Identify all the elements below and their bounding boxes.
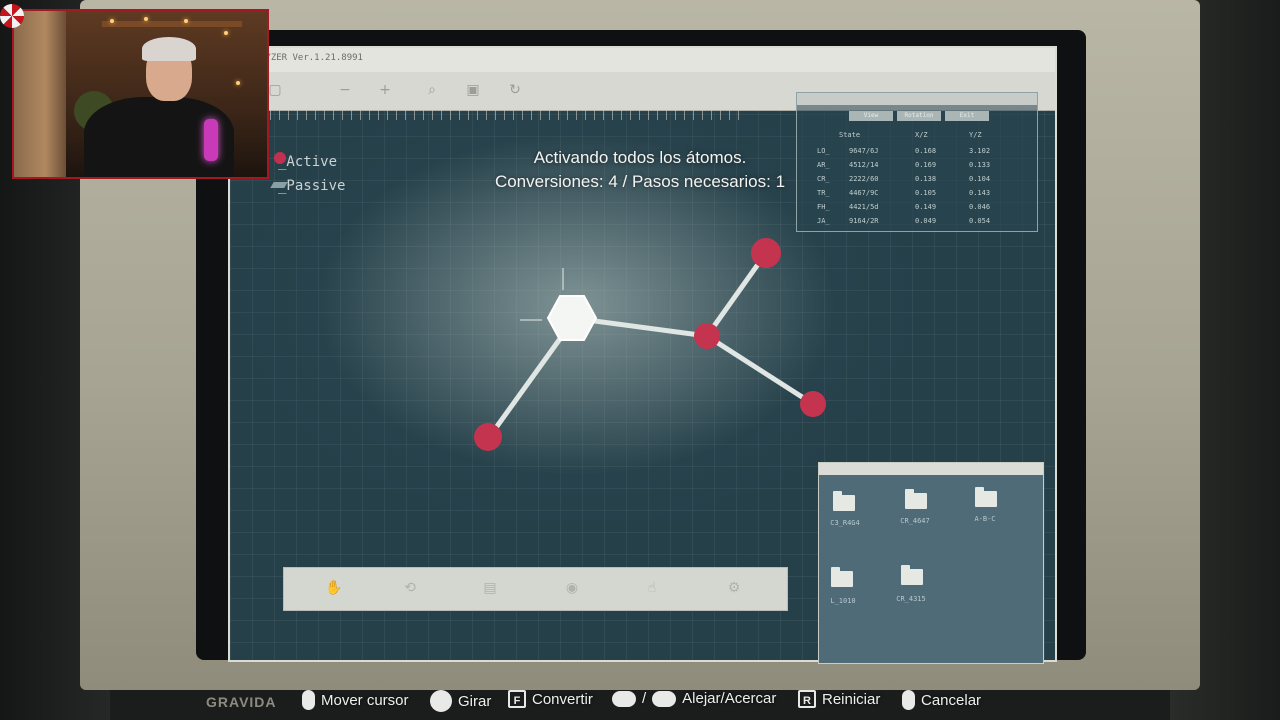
hint-move-cursor: Mover cursor — [302, 690, 409, 710]
hint-label: Mover cursor — [321, 691, 409, 709]
folder-label: C3_R4G4 — [830, 519, 860, 527]
save-icon[interactable]: ▤ — [480, 580, 500, 598]
hint-label: Alejar/Acercar — [682, 690, 777, 707]
panel-cell: 0.138 — [915, 175, 937, 183]
panel-cell: 0.054 — [969, 217, 991, 225]
bond — [704, 251, 769, 338]
hint-zoom: / Alejar/Acercar — [612, 690, 776, 707]
hint-cancel: Cancelar — [902, 690, 981, 710]
atom-active[interactable] — [751, 238, 781, 268]
fairy-light — [110, 19, 114, 23]
key-f-icon: F — [508, 690, 526, 708]
hint-label: Reiniciar — [822, 690, 881, 708]
panel-cell: 9647/6J — [849, 147, 879, 155]
umbrella-logo-icon — [0, 4, 24, 28]
panel-cell: 0.143 — [969, 189, 991, 197]
panel-titlebar — [797, 93, 1037, 105]
panel-tab[interactable]: Rotation — [897, 111, 941, 121]
hint-rotate: Girar — [430, 690, 491, 712]
eye-icon[interactable]: ◉ — [562, 580, 582, 598]
fairy-light — [184, 19, 188, 23]
folder-label: CR_4315 — [896, 595, 926, 603]
hint-label: Convertir — [532, 690, 593, 708]
streamer-cap — [142, 37, 196, 61]
panel-cell: AR_ — [817, 161, 830, 169]
hint-convert: F Convertir — [508, 690, 593, 708]
panel-cell: 0.046 — [969, 203, 991, 211]
folder-label: CR_4647 — [900, 517, 930, 525]
webcam-curtain — [14, 11, 66, 177]
panel-cell: 3.102 — [969, 147, 991, 155]
panel-cell: LO_ — [817, 147, 830, 155]
key-r-icon: R — [798, 690, 816, 708]
rotate-icon[interactable]: ⟲ — [400, 580, 420, 598]
pointer-icon[interactable]: ☝ — [642, 580, 662, 598]
panel-header: State — [839, 131, 861, 139]
bond — [705, 333, 815, 407]
atom-active[interactable] — [474, 423, 502, 451]
panel-cell: 9164/2R — [849, 217, 879, 225]
folder-icon[interactable] — [901, 565, 923, 585]
atom-active[interactable] — [800, 391, 826, 417]
folder-panel: C3_R4G4 CR_4647 A-B-C L_1010 CR_4315 — [818, 462, 1044, 664]
panel-cell: CR_ — [817, 175, 830, 183]
panel-cell: 0.049 — [915, 217, 937, 225]
folder-icon[interactable] — [831, 567, 853, 587]
panel-cell: 0.105 — [915, 189, 937, 197]
folder-label: A-B-C — [974, 515, 996, 523]
mouse-right-icon — [902, 690, 915, 710]
folder-icon[interactable] — [975, 487, 997, 507]
hint-reset: R Reiniciar — [798, 690, 880, 708]
tool-strip: ✋ ⟲ ▤ ◉ ☝ ⚙ — [283, 567, 788, 611]
settings-icon[interactable]: ⚙ — [724, 580, 744, 598]
webcam-shelf — [102, 21, 242, 27]
panel-cell: 0.104 — [969, 175, 991, 183]
panel-header: X/Z — [915, 131, 928, 139]
folder-label: L_1010 — [830, 597, 856, 605]
streamer-webcam — [12, 9, 269, 179]
panel-cell: 0.168 — [915, 147, 937, 155]
panel-cell: 2222/60 — [849, 175, 879, 183]
hint-label: / — [642, 690, 647, 707]
panel-cell: JA_ — [817, 217, 830, 225]
mouse-icon — [302, 690, 315, 710]
panel-tab[interactable]: View — [849, 111, 893, 121]
atom-active[interactable] — [694, 323, 720, 349]
panel-cell: TR_ — [817, 189, 830, 197]
hint-label: Girar — [458, 692, 492, 710]
control-hints-bar: Mover cursor Girar F Convertir / Alejar/… — [0, 686, 1280, 716]
hint-label: Cancelar — [921, 691, 982, 709]
wheel-icon — [652, 690, 677, 707]
fairy-light — [144, 17, 148, 21]
hand-icon[interactable]: ✋ — [324, 580, 344, 598]
panel-cell: 4467/9C — [849, 189, 879, 197]
panel-cell: 4512/14 — [849, 161, 879, 169]
folder-icon[interactable] — [905, 489, 927, 509]
folder-panel-titlebar — [819, 463, 1043, 475]
fairy-light — [236, 81, 240, 85]
wheel-icon — [612, 690, 636, 707]
move-stick-icon — [430, 690, 452, 712]
panel-cell: 0.133 — [969, 161, 991, 169]
panel-tab[interactable]: Exit — [945, 111, 989, 121]
microphone — [204, 119, 218, 161]
panel-header: Y/Z — [969, 131, 982, 139]
panel-cell: 4421/5d — [849, 203, 879, 211]
panel-cell: 0.149 — [915, 203, 937, 211]
state-data-panel: View Rotation Exit State X/Z Y/Z LO_ 9647… — [796, 92, 1038, 232]
folder-icon[interactable] — [833, 491, 855, 511]
panel-cell: 0.169 — [915, 161, 937, 169]
fairy-light — [224, 31, 228, 35]
atom-hexagon-selected[interactable] — [546, 295, 598, 341]
bond — [487, 334, 565, 438]
panel-cell: FH_ — [817, 203, 830, 211]
